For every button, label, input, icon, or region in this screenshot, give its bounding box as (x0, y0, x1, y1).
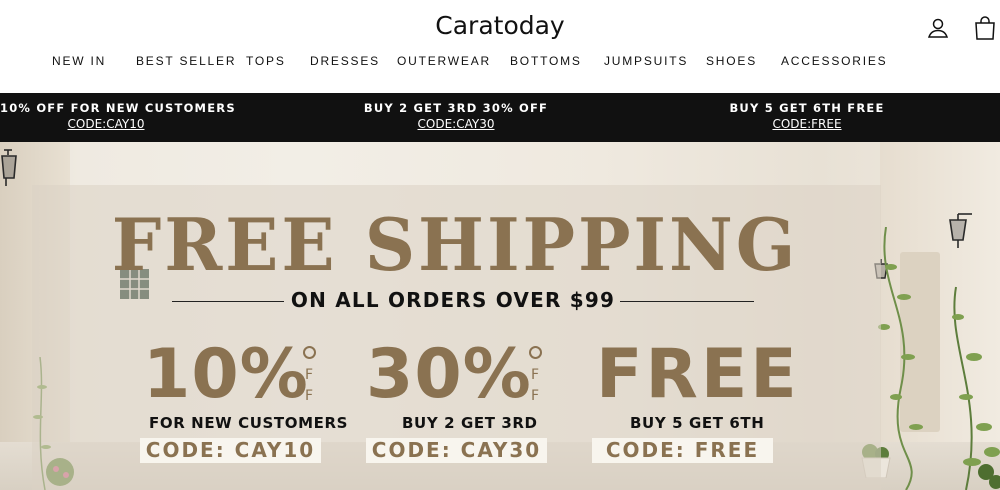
offer-code-box[interactable]: CODE: FREE (592, 438, 773, 463)
promo-buy5-get6th[interactable]: BUY 5 GET 6TH FREE CODE:FREE (727, 101, 887, 131)
offer-code-box[interactable]: CODE: CAY10 (140, 438, 321, 463)
hero-headline: FREE SHIPPING (111, 202, 799, 287)
promo-title: BUY 5 GET 6TH FREE (729, 101, 885, 115)
offer-buy2-get3rd[interactable]: 30% F F BUY 2 GET 3RD CODE: CAY30 (366, 338, 596, 468)
offer-percentage: 30% (366, 335, 532, 414)
off-label: F F (528, 345, 542, 407)
offer-code-box[interactable]: CODE: CAY30 (366, 438, 547, 463)
shopping-bag-icon[interactable] (974, 16, 998, 40)
offer-caption: BUY 5 GET 6TH (630, 414, 765, 432)
off-letter: F (530, 367, 540, 383)
nav-new-in[interactable]: NEW IN (52, 54, 106, 68)
nav-bottoms[interactable]: BOTTOMS (510, 54, 582, 68)
promo-code-link[interactable]: CODE:CAY10 (0, 117, 212, 131)
hero-subheadline: ON ALL ORDERS OVER $99 (290, 288, 616, 312)
off-letter-o (302, 346, 316, 359)
site-header: Caratoday NEW IN BEST SELLER TOPS DRESSE… (0, 0, 1000, 93)
divider-line (172, 301, 284, 302)
off-letter-o (528, 346, 542, 359)
promo-code-link[interactable]: CODE:CAY30 (356, 117, 556, 131)
nav-jumpsuits[interactable]: JUMPSUITS (604, 54, 688, 68)
street-lamp-icon (0, 148, 22, 186)
offer-percentage: 10% (143, 335, 309, 414)
nav-dresses[interactable]: DRESSES (310, 54, 380, 68)
promo-title: BUY 2 GET 3RD 30% OFF (363, 101, 549, 115)
promo-buy2-get3rd[interactable]: BUY 2 GET 3RD 30% OFF CODE:CAY30 (356, 101, 556, 131)
nav-outerwear[interactable]: OUTERWEAR (397, 54, 491, 68)
offer-caption: BUY 2 GET 3RD (402, 414, 538, 432)
promo-new-customers[interactable]: 10% OFF FOR NEW CUSTOMERS CODE:CAY10 (0, 101, 236, 131)
offer-caption: FOR NEW CUSTOMERS (149, 414, 349, 432)
off-letter: F (530, 388, 540, 404)
off-letter: F (304, 388, 314, 404)
off-label: F F (302, 345, 316, 407)
offer-new-customers[interactable]: 10% F F FOR NEW CUSTOMERS CODE: CAY10 (140, 335, 373, 468)
nav-tops[interactable]: TOPS (246, 54, 286, 68)
site-logo[interactable]: Caratoday (0, 11, 1000, 40)
main-navigation: NEW IN BEST SELLER TOPS DRESSES OUTERWEA… (0, 54, 1000, 70)
off-letter: F (304, 367, 314, 383)
nav-accessories[interactable]: ACCESSORIES (781, 54, 888, 68)
offer-free-label: FREE (596, 335, 800, 414)
nav-best-seller[interactable]: BEST SELLER (136, 54, 236, 68)
user-icon[interactable] (926, 16, 950, 40)
promo-title: 10% OFF FOR NEW CUSTOMERS (0, 101, 236, 115)
promo-bar: 10% OFF FOR NEW CUSTOMERS CODE:CAY10 BUY… (0, 93, 1000, 142)
divider-line (620, 301, 754, 302)
nav-shoes[interactable]: SHOES (706, 54, 757, 68)
promo-code-link[interactable]: CODE:FREE (727, 117, 887, 131)
offer-buy5-get6th[interactable]: FREE BUY 5 GET 6TH CODE: FREE (592, 335, 826, 468)
